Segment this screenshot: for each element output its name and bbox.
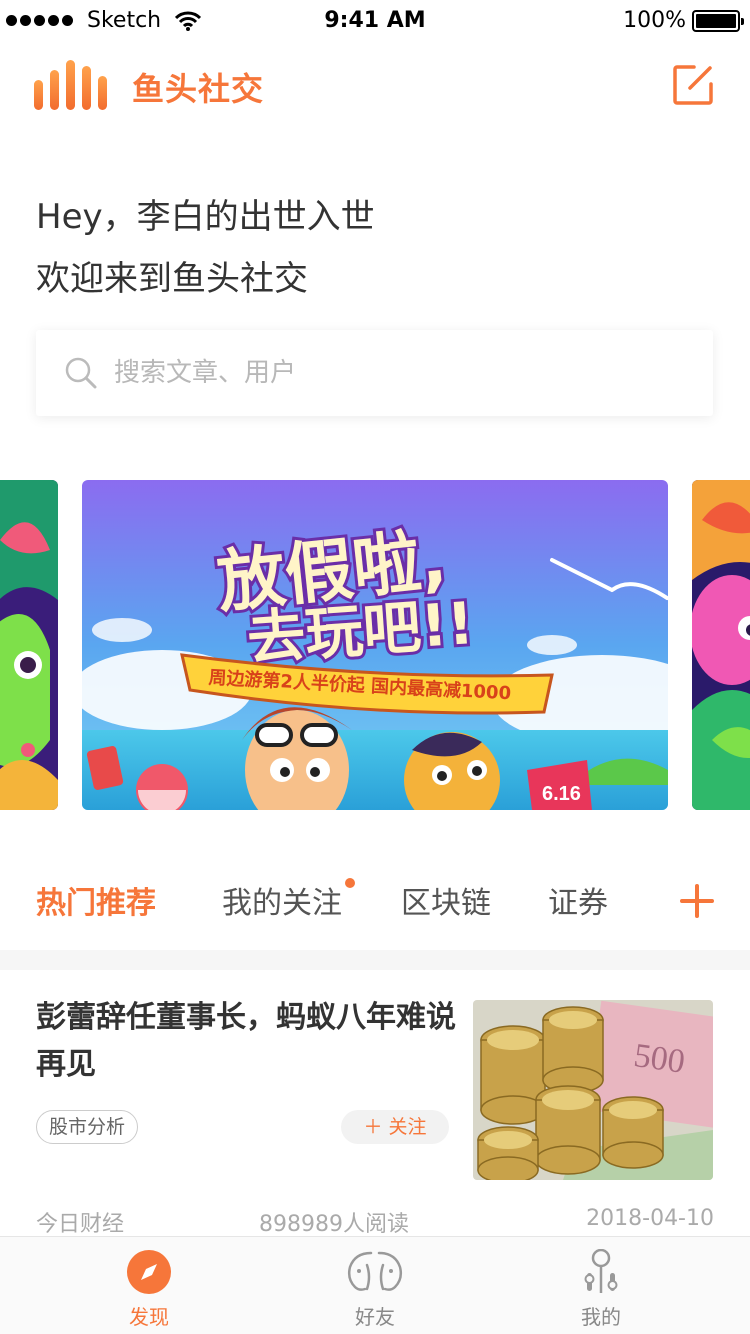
- article-card[interactable]: 彭蕾辞任董事长，蚂蚁八年难说再见 股市分析 ＋ 关注 500 今日财经 8989…: [0, 970, 750, 1240]
- tabbar-discover-label: 发现: [129, 1305, 169, 1329]
- article-date: 2018-04-10: [586, 1206, 714, 1231]
- app-title: 鱼头社交: [132, 70, 265, 108]
- tabbar-discover[interactable]: 发现: [74, 1237, 224, 1334]
- compass-icon: [127, 1250, 171, 1294]
- search-bar[interactable]: [36, 330, 713, 416]
- greeting-line-1: Hey，李白的出世入世: [36, 197, 375, 237]
- profile-icon: [584, 1249, 618, 1293]
- follow-label: 关注: [388, 1116, 427, 1138]
- status-bar: Sketch 9:41 AM 100%: [0, 0, 750, 40]
- article-thumbnail[interactable]: 500: [473, 1000, 713, 1180]
- battery-percent: 100%: [623, 8, 686, 33]
- friends-icon: [347, 1251, 403, 1291]
- compose-icon[interactable]: [672, 64, 714, 106]
- banner-carousel[interactable]: 6.16 放假啦, 去玩吧!! 周边游第2人半价起 国内最高减1000: [0, 480, 750, 810]
- banknote-text: 500: [631, 1037, 687, 1081]
- category-tabs: 热门推荐 我的关注 区块链 证券: [0, 870, 750, 930]
- tabbar-profile[interactable]: 我的: [526, 1237, 676, 1334]
- greeting-line-2: 欢迎来到鱼头社交: [36, 259, 308, 299]
- article-title[interactable]: 彭蕾辞任董事长，蚂蚁八年难说再见: [36, 994, 456, 1088]
- follow-button[interactable]: ＋ 关注: [341, 1110, 449, 1144]
- tab-following-dot: [345, 878, 355, 888]
- greeting: Hey，李白的出世入世 欢迎来到鱼头社交: [36, 186, 375, 310]
- tab-following[interactable]: 我的关注: [222, 878, 342, 922]
- tab-blockchain[interactable]: 区块链: [401, 878, 491, 922]
- section-divider: [0, 950, 750, 970]
- battery-icon: [692, 9, 744, 32]
- app-logo-icon: [34, 60, 107, 110]
- app-header: 鱼头社交: [0, 50, 750, 120]
- tabbar-profile-label: 我的: [581, 1305, 621, 1329]
- article-tag[interactable]: 股市分析: [36, 1110, 139, 1144]
- plus-icon: ＋: [363, 1116, 383, 1138]
- banner-next-slide[interactable]: [692, 480, 750, 810]
- search-input[interactable]: [114, 358, 674, 388]
- banner-flag-text: 6.16: [542, 783, 581, 805]
- tab-securities[interactable]: 证券: [548, 878, 608, 922]
- banner-main-slide[interactable]: 6.16 放假啦, 去玩吧!! 周边游第2人半价起 国内最高减1000: [82, 480, 668, 810]
- tabbar-friends[interactable]: 好友: [300, 1237, 450, 1334]
- add-tab-icon[interactable]: [680, 884, 714, 918]
- article-reads: 898989人阅读: [259, 1212, 409, 1237]
- banner-prev-slide[interactable]: [0, 480, 58, 810]
- article-source: 今日财经: [36, 1212, 125, 1237]
- tab-hot[interactable]: 热门推荐: [36, 878, 156, 922]
- search-icon: [65, 357, 97, 389]
- bottom-tab-bar: 发现 好友 我的: [0, 1236, 750, 1334]
- tabbar-friends-label: 好友: [355, 1305, 395, 1329]
